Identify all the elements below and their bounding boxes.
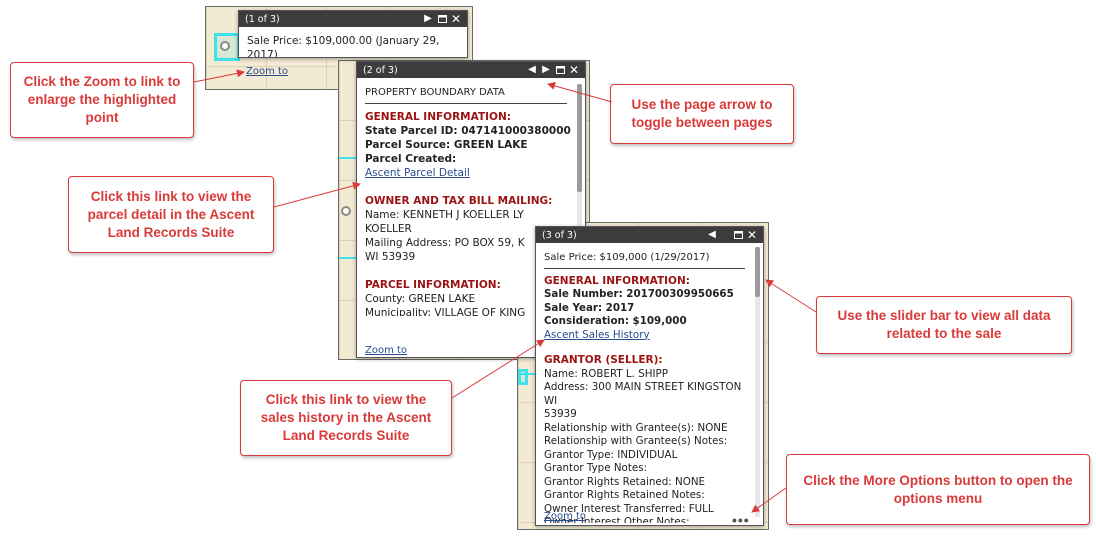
sale-number: Sale Number: 201700309950665 — [544, 288, 734, 300]
callout-slider: Use the slider bar to view all data rela… — [816, 296, 1072, 354]
grantor-rights-retained: Grantor Rights Retained: NONE — [544, 475, 706, 488]
grantor-name: Name: ROBERT L. SHIPP — [544, 367, 668, 380]
callout-more-options: Click the More Options button to open th… — [786, 454, 1090, 525]
highlighted-parcel — [518, 369, 528, 385]
grantor-type: Grantor Type: INDIVIDUAL — [544, 448, 678, 461]
grantor-type-notes: Grantor Type Notes: — [544, 462, 648, 474]
callout-parcel-detail: Click this link to view the parcel detai… — [68, 176, 274, 253]
sale-price-text: Sale Price: $109,000.00 (January 29, 201… — [247, 35, 440, 58]
close-icon[interactable]: ✕ — [745, 228, 759, 242]
callout-zoom: Click the Zoom to link to enlarge the hi… — [10, 62, 194, 138]
close-icon[interactable]: ✕ — [567, 63, 581, 77]
consideration: Consideration: $109,000 — [544, 315, 687, 327]
zoom-to-link[interactable]: Zoom to — [365, 345, 407, 356]
grantor-address-cont: 53939 — [544, 408, 577, 420]
relationship-grantee: Relationship with Grantee(s): NONE — [544, 421, 728, 434]
popup-sale-summary: (1 of 3) ▶ ✕ Sale Price: $109,000.00 (Ja… — [238, 10, 468, 58]
zoom-to-link[interactable]: Zoom to — [246, 66, 288, 77]
general-info-heading: GENERAL INFORMATION: — [365, 111, 511, 123]
point-marker — [341, 206, 351, 216]
grantor-rights-retained-notes: Grantor Rights Retained Notes: — [544, 489, 705, 501]
state-parcel-id: State Parcel ID: 047141000380000 — [365, 125, 571, 137]
next-page-arrow-icon[interactable]: ▶ — [421, 12, 435, 26]
popup-header: (1 of 3) ▶ ✕ — [239, 11, 467, 27]
previous-page-arrow-icon[interactable]: ◀ — [705, 228, 719, 242]
owner-heading: OWNER AND TAX BILL MAILING: — [365, 195, 553, 207]
arrow-slider — [765, 279, 817, 313]
ascent-sales-history-link[interactable]: Ascent Sales History — [544, 329, 650, 343]
close-icon[interactable]: ✕ — [449, 12, 463, 26]
grantor-address: Address: 300 MAIN STREET KINGSTON WI — [544, 381, 742, 407]
scrollbar-thumb[interactable] — [755, 247, 760, 297]
grantor-heading: GRANTOR (SELLER): — [544, 354, 663, 366]
relationship-grantee-notes: Relationship with Grantee(s) Notes: — [544, 435, 728, 447]
sale-price-title: Sale Price: $109,000 (1/29/2017) — [544, 251, 745, 269]
sale-year: Sale Year: 2017 — [544, 301, 635, 314]
zoom-to-link[interactable]: Zoom to — [544, 511, 586, 522]
point-marker — [220, 41, 230, 51]
scrollbar-thumb[interactable] — [577, 84, 582, 192]
section-title: PROPERTY BOUNDARY DATA — [365, 86, 567, 104]
previous-page-arrow-icon[interactable]: ◀ — [525, 63, 539, 77]
popup-header: (2 of 3) ◀ ▶ ✕ — [357, 62, 585, 78]
owner-name: Name: KENNETH J KOELLER LY — [365, 209, 524, 221]
callout-page-arrow: Use the page arrow to toggle between pag… — [610, 84, 794, 144]
parcel-source: Parcel Source: GREEN LAKE — [365, 139, 528, 151]
maximize-icon[interactable] — [435, 12, 449, 26]
more-options-button[interactable]: ••• — [732, 513, 750, 525]
page-count: (2 of 3) — [363, 64, 398, 76]
popup-header: (3 of 3) ◀ ✕ — [536, 227, 763, 243]
general-info-heading: GENERAL INFORMATION: — [544, 274, 690, 287]
next-page-arrow-icon[interactable]: ▶ — [539, 63, 553, 77]
maximize-icon[interactable] — [553, 63, 567, 77]
callout-sales-history: Click this link to view the sales histor… — [240, 380, 452, 456]
page-count: (3 of 3) — [542, 229, 577, 241]
popup-body: Sale Price: $109,000.00 (January 29, 201… — [239, 27, 467, 58]
popup-body: Sale Price: $109,000 (1/29/2017) GENERAL… — [536, 243, 763, 525]
page-count: (1 of 3) — [245, 13, 280, 25]
parcel-created: Parcel Created: — [365, 153, 457, 165]
maximize-icon[interactable] — [731, 228, 745, 242]
ascent-parcel-detail-link[interactable]: Ascent Parcel Detail — [365, 166, 470, 180]
popup-sale-detail: (3 of 3) ◀ ✕ Sale Price: $109,000 (1/29/… — [535, 226, 764, 526]
